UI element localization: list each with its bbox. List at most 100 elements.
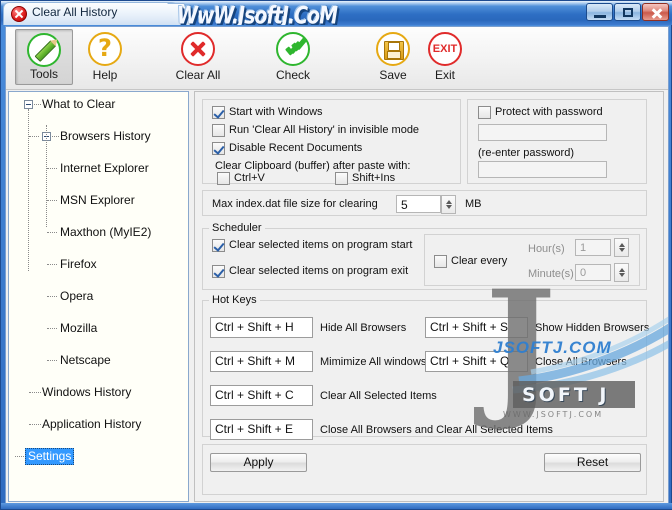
toolbar-button-check[interactable]: Check	[264, 29, 322, 85]
window-bottom-frame	[1, 503, 672, 509]
hotkey-input-show-hidden-browsers[interactable]: Ctrl + Shift + S	[425, 317, 528, 338]
toolbar-button-tools[interactable]: Tools	[15, 29, 73, 85]
scheduler-group: Scheduler Clear selected items on progra…	[202, 222, 647, 290]
tree-item-application-history[interactable]: Application History	[13, 416, 188, 432]
checkbox-box[interactable]	[212, 142, 225, 155]
toolbar-label-clear-all: Clear All	[175, 68, 221, 82]
tree-view: What to Clear Browsers History Internet …	[13, 96, 188, 465]
hotkey-input-hide-all-browsers[interactable]: Ctrl + Shift + H	[210, 317, 313, 338]
spinner-down-icon[interactable]	[619, 273, 625, 277]
spinner-up-icon[interactable]	[446, 200, 452, 204]
checkbox-label: Clear every	[451, 255, 508, 267]
tree-item-mozilla[interactable]: Mozilla	[13, 320, 188, 336]
tree-label-windows-history: Windows History	[42, 385, 132, 399]
spinner-down-icon[interactable]	[446, 205, 452, 209]
toolbar-label-exit: Exit	[434, 68, 455, 82]
checkbox-box[interactable]	[212, 265, 225, 278]
tree-label-maxthon: Maxthon (MyIE2)	[60, 225, 152, 239]
checkbox-box[interactable]	[335, 172, 348, 185]
hours-input[interactable]: 1	[575, 239, 611, 256]
exit-icon: EXIT	[428, 32, 462, 66]
tree-panel[interactable]: What to Clear Browsers History Internet …	[8, 91, 189, 502]
hotkey-label-clear-all-selected-items: Clear All Selected Items	[320, 390, 437, 402]
minutes-label: Minute(s)	[528, 268, 574, 280]
tree-label-netscape: Netscape	[60, 353, 111, 367]
tree-item-firefox[interactable]: Firefox	[13, 256, 188, 272]
spinner-down-icon[interactable]	[619, 248, 625, 252]
checkbox-label: Start with Windows	[229, 106, 323, 118]
checkbox-label: Disable Recent Documents	[229, 142, 363, 154]
apply-button[interactable]: Apply	[210, 453, 307, 472]
tree-label-firefox: Firefox	[60, 257, 97, 271]
checkbox-label: Shift+Ins	[352, 172, 396, 184]
settings-panel: Start with Windows Run 'Clear All Histor…	[194, 91, 668, 502]
toolbar-label-tools: Tools	[29, 67, 58, 81]
tree-item-netscape[interactable]: Netscape	[13, 352, 188, 368]
checkbox-label: Ctrl+V	[234, 172, 265, 184]
green-check-icon	[276, 32, 310, 66]
toolbar: Tools ? Help Clear All Check Save EXIT E…	[6, 27, 668, 90]
hotkey-input-close-all-browsers[interactable]: Ctrl + Shift + Q	[425, 351, 528, 372]
hotkey-label-close-and-clear: Close All Browsers and Clear All Selecte…	[320, 424, 553, 436]
hotkey-input-minimize-all-windows[interactable]: Ctrl + Shift + M	[210, 351, 313, 372]
tree-item-browsers-history[interactable]: Browsers History	[13, 128, 188, 144]
minutes-input[interactable]: 0	[575, 264, 611, 281]
checkbox-label: Protect with password	[495, 106, 603, 118]
tree-label-application-history: Application History	[42, 417, 142, 431]
tree-item-settings[interactable]: Settings	[13, 448, 188, 465]
hotkey-input-close-and-clear[interactable]: Ctrl + Shift + E	[210, 419, 313, 440]
pencil-icon	[27, 33, 61, 67]
index-dat-size-input[interactable]: 5	[396, 195, 441, 213]
checkbox-box[interactable]	[478, 106, 491, 119]
hotkey-label-hide-all-browsers: Hide All Browsers	[320, 322, 407, 334]
close-button[interactable]	[642, 3, 669, 21]
toolbar-button-help[interactable]: ? Help	[76, 29, 134, 85]
tree-label-opera: Opera	[60, 289, 94, 303]
watermark-top-text: WwW.JsoftJ.CoM	[177, 2, 338, 26]
tree-label-internet-explorer: Internet Explorer	[60, 161, 149, 175]
expander-icon[interactable]	[24, 100, 33, 109]
reenter-password-input[interactable]	[478, 161, 607, 178]
tree-item-msn-explorer[interactable]: MSN Explorer	[13, 192, 188, 208]
checkbox-box[interactable]	[212, 124, 225, 137]
hours-spinner[interactable]	[614, 238, 629, 257]
checkbox-box[interactable]	[212, 239, 225, 252]
password-input[interactable]	[478, 124, 607, 141]
index-dat-group: Max index.dat file size for clearing 5 M…	[202, 190, 647, 216]
tree-item-maxthon[interactable]: Maxthon (MyIE2)	[13, 224, 188, 240]
hotkey-input-clear-all-selected-items[interactable]: Ctrl + Shift + C	[210, 385, 313, 406]
index-dat-spinner[interactable]	[441, 195, 456, 214]
tree-label-settings: Settings	[25, 448, 75, 465]
tree-label-msn-explorer: MSN Explorer	[60, 193, 135, 207]
app-icon	[11, 6, 27, 22]
hotkey-label-close-all-browsers: Close All Browsers	[535, 356, 627, 368]
client-area: Tools ? Help Clear All Check Save EXIT E…	[5, 26, 669, 505]
tree-item-what-to-clear[interactable]: What to Clear	[13, 96, 188, 112]
spinner-up-icon[interactable]	[619, 268, 625, 272]
tree-item-internet-explorer[interactable]: Internet Explorer	[13, 160, 188, 176]
checkbox-label: Run 'Clear All History' in invisible mod…	[229, 124, 420, 136]
tree-label-mozilla: Mozilla	[60, 321, 98, 335]
maximize-button[interactable]	[614, 3, 641, 21]
tree-item-opera[interactable]: Opera	[13, 288, 188, 304]
hotkeys-group: Hot Keys Ctrl + Shift + H Hide All Brows…	[202, 294, 649, 440]
toolbar-button-clear-all[interactable]: Clear All	[163, 29, 233, 85]
index-dat-label: Max index.dat file size for clearing	[212, 198, 378, 210]
toolbar-button-exit[interactable]: EXIT Exit	[416, 29, 474, 85]
checkbox-box[interactable]	[212, 106, 225, 119]
tree-label-browsers-history: Browsers History	[60, 129, 151, 143]
checkbox-box[interactable]	[217, 172, 230, 185]
toolbar-button-save[interactable]: Save	[364, 29, 422, 85]
checkbox-box[interactable]	[434, 255, 447, 268]
spinner-up-icon[interactable]	[619, 243, 625, 247]
index-dat-unit: MB	[465, 198, 482, 210]
title-bar: Clear All History WwW.JsoftJ.CoM	[1, 1, 672, 25]
reset-button[interactable]: Reset	[544, 453, 641, 472]
tree-label-what-to-clear: What to Clear	[42, 97, 116, 111]
toolbar-label-save: Save	[379, 68, 407, 82]
minutes-spinner[interactable]	[614, 263, 629, 282]
minimize-button[interactable]	[586, 3, 613, 21]
footer-group: Apply Reset	[202, 444, 647, 495]
general-options-group: Start with Windows Run 'Clear All Histor…	[202, 99, 461, 185]
tree-item-windows-history[interactable]: Windows History	[13, 384, 188, 400]
